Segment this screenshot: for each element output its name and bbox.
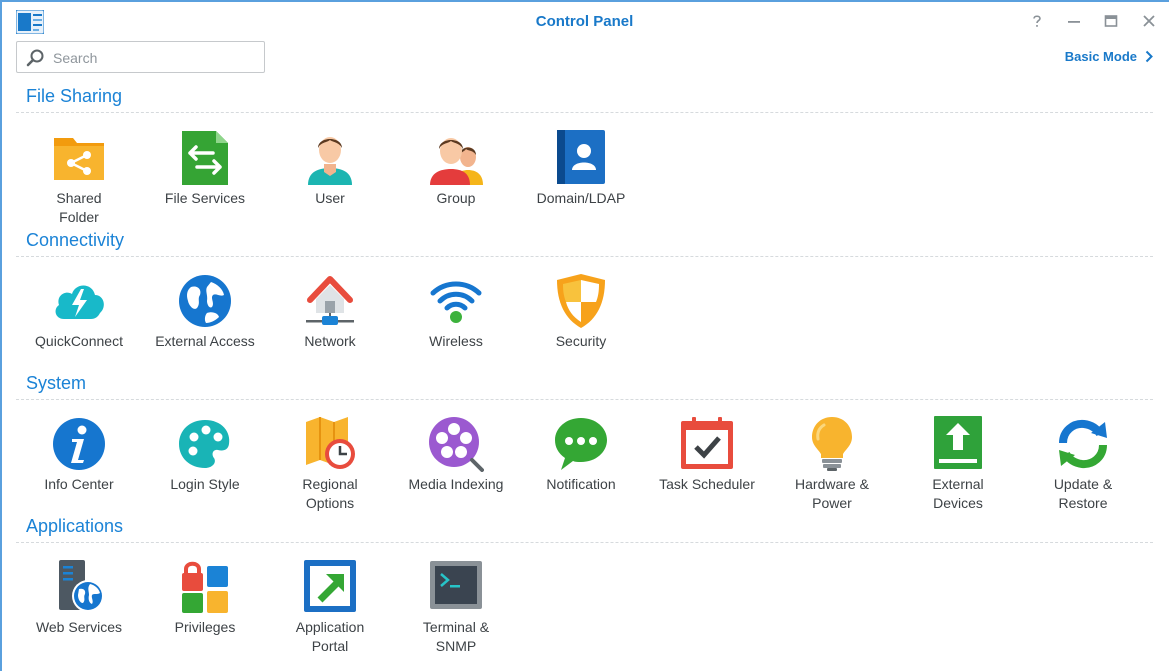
help-button[interactable] (1026, 10, 1048, 32)
tile-label: Login Style (170, 476, 240, 492)
tile-label: Hardware & Power (795, 476, 869, 511)
terminal-snmp-icon (428, 559, 484, 615)
tile-label: Wireless (429, 333, 483, 349)
domain-ldap-icon (553, 130, 609, 186)
window-title: Control Panel (535, 13, 634, 30)
section-divider (16, 112, 1153, 113)
shared-folder-icon (51, 130, 107, 186)
tile-quickconnect[interactable]: QuickConnect (19, 273, 139, 351)
tile-external-access[interactable]: External Access (145, 273, 265, 351)
tile-privileges[interactable]: Privileges (145, 559, 265, 637)
search-box[interactable] (16, 41, 265, 73)
tile-label: Privileges (174, 619, 236, 635)
tile-application-portal[interactable]: Application Portal (270, 559, 390, 656)
tile-label: Regional Options (302, 476, 358, 511)
wireless-icon (428, 273, 484, 329)
tile-label: Application Portal (295, 619, 365, 654)
close-button[interactable] (1138, 10, 1160, 32)
tile-domain-ldap[interactable]: Domain/LDAP (521, 130, 641, 208)
regional-options-icon (302, 416, 358, 472)
section-divider (16, 399, 1153, 400)
tile-shared-folder[interactable]: Shared Folder (19, 130, 139, 227)
update-restore-icon (1055, 416, 1111, 472)
tile-group[interactable]: Group (396, 130, 516, 208)
help-icon (1033, 15, 1041, 27)
tile-label: Info Center (44, 476, 114, 492)
privileges-icon (177, 559, 233, 615)
task-scheduler-icon (679, 416, 735, 472)
tile-label: Network (304, 333, 356, 349)
hardware-power-bulb-icon (804, 416, 860, 472)
external-devices-icon (930, 416, 986, 472)
basic-mode-label: Basic Mode (1064, 49, 1137, 64)
security-shield-icon (553, 273, 609, 329)
web-services-icon (51, 559, 107, 615)
tile-regional-options[interactable]: Regional Options (270, 416, 390, 513)
media-indexing-icon (428, 416, 484, 472)
section-title-file-sharing: File Sharing (26, 86, 123, 106)
search-icon (26, 49, 44, 67)
tile-security[interactable]: Security (521, 273, 641, 351)
tile-info-center[interactable]: Info Center (19, 416, 139, 494)
tile-label: File Services (164, 190, 246, 206)
user-icon (302, 130, 358, 186)
tile-label: Shared Folder (56, 190, 102, 225)
section-title-applications: Applications (26, 516, 124, 536)
application-portal-icon (302, 559, 358, 615)
tile-media-indexing[interactable]: Media Indexing (396, 416, 516, 494)
search-input[interactable] (51, 47, 255, 69)
tile-file-services[interactable]: File Services (145, 130, 265, 208)
tile-label: User (315, 190, 345, 206)
group-icon (428, 130, 484, 186)
chevron-right-icon (1145, 50, 1153, 63)
network-icon (302, 273, 358, 329)
tile-label: Security (555, 333, 607, 349)
quickconnect-icon (51, 273, 107, 329)
tile-label: Notification (546, 476, 616, 492)
tile-label: Terminal & SNMP (422, 619, 490, 654)
close-icon (1143, 15, 1155, 27)
tile-label: External Devices (932, 476, 984, 511)
info-center-icon (51, 416, 107, 472)
tile-network[interactable]: Network (270, 273, 390, 351)
tile-label: Domain/LDAP (536, 190, 626, 206)
tile-notification[interactable]: Notification (521, 416, 641, 494)
maximize-icon (1104, 15, 1118, 27)
tile-wireless[interactable]: Wireless (396, 273, 516, 351)
tile-label: Group (436, 190, 476, 206)
tile-update-restore[interactable]: Update & Restore (1023, 416, 1143, 513)
tile-web-services[interactable]: Web Services (19, 559, 139, 637)
window-border-left (0, 0, 2, 671)
file-services-icon (177, 130, 233, 186)
tile-hardware-power[interactable]: Hardware & Power (772, 416, 892, 513)
section-divider (16, 542, 1153, 543)
basic-mode-link[interactable]: Basic Mode (1065, 49, 1153, 64)
tile-terminal-snmp[interactable]: Terminal & SNMP (396, 559, 516, 656)
tile-label: Task Scheduler (659, 476, 755, 492)
tile-label: Update & Restore (1053, 476, 1113, 511)
tile-label: Media Indexing (408, 476, 504, 492)
minimize-button[interactable] (1063, 10, 1085, 32)
tile-task-scheduler[interactable]: Task Scheduler (647, 416, 767, 494)
tile-login-style[interactable]: Login Style (145, 416, 265, 494)
login-style-palette-icon (177, 416, 233, 472)
maximize-button[interactable] (1100, 10, 1122, 32)
tile-external-devices[interactable]: External Devices (898, 416, 1018, 513)
tile-label: External Access (155, 333, 255, 349)
title-bar: Control Panel (0, 0, 1169, 42)
section-title-connectivity: Connectivity (26, 230, 125, 250)
tile-label: Web Services (35, 619, 123, 635)
minimize-icon (1068, 21, 1080, 23)
tile-label: QuickConnect (35, 333, 123, 349)
tile-user[interactable]: User (270, 130, 390, 208)
notification-icon (553, 416, 609, 472)
section-divider (16, 256, 1153, 257)
external-access-icon (177, 273, 233, 329)
section-title-system: System (26, 373, 87, 393)
